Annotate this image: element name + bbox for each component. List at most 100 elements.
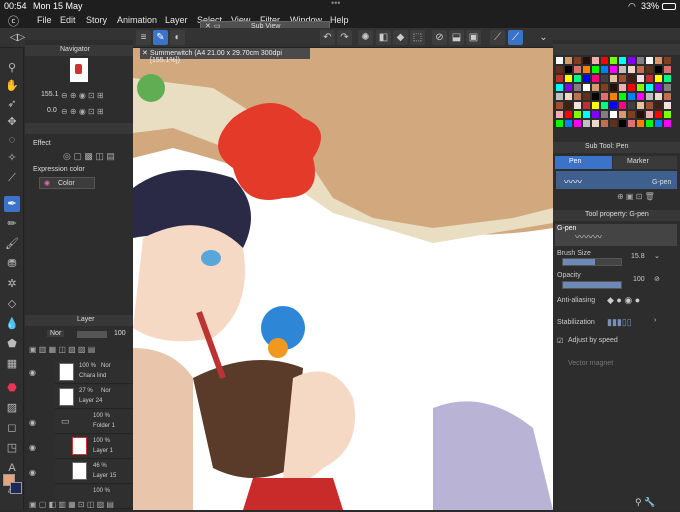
color-swatch[interactable] <box>556 84 563 91</box>
color-swatch[interactable] <box>619 66 626 73</box>
stabilization-segments[interactable]: ▮▮▮▯▯ <box>607 317 632 328</box>
color-swatch[interactable] <box>628 84 635 91</box>
color-swatch[interactable] <box>583 111 590 118</box>
navigator-zoom[interactable]: 155.1 <box>41 91 59 98</box>
menu-animation[interactable]: Animation <box>117 15 157 25</box>
color-swatch[interactable] <box>583 66 590 73</box>
color-swatch[interactable] <box>628 120 635 127</box>
eye-icon[interactable]: ◉ <box>29 468 36 477</box>
color-swatch[interactable] <box>601 84 608 91</box>
expression-color-select[interactable]: ◉ Color <box>39 177 95 189</box>
color-swatch[interactable] <box>664 57 671 64</box>
figure-tool-icon[interactable]: ◳ <box>4 440 20 456</box>
menu-help[interactable]: Help <box>330 15 349 25</box>
color-swatch[interactable] <box>619 93 626 100</box>
navigator-preview[interactable] <box>70 58 88 82</box>
transform-icon[interactable]: ◧ <box>376 30 391 45</box>
color-swatch[interactable] <box>628 57 635 64</box>
color-swatch[interactable] <box>646 102 653 109</box>
color-swatch[interactable] <box>628 111 635 118</box>
menu-layer[interactable]: Layer <box>165 15 188 25</box>
subtool-tab-pen[interactable]: Pen <box>555 156 612 169</box>
menu-edit[interactable]: Edit <box>60 15 76 25</box>
color-swatch[interactable] <box>646 111 653 118</box>
magic-wand-icon[interactable]: ✧ <box>4 150 20 166</box>
pen-tool-icon[interactable]: ✒ <box>4 196 20 212</box>
brush-size-value[interactable]: 15.8 <box>631 253 645 260</box>
hamburger-menu-icon[interactable]: ≡ <box>136 30 151 45</box>
color-swatch[interactable] <box>574 84 581 91</box>
ruler-tool-icon[interactable]: ◻ <box>4 420 20 436</box>
gradient-tool-icon[interactable]: ▦ <box>4 356 20 372</box>
menu-story[interactable]: Story <box>86 15 107 25</box>
color-swatch[interactable] <box>601 57 608 64</box>
undo-icon[interactable]: ↶ <box>320 30 335 45</box>
color-swatch[interactable] <box>556 93 563 100</box>
app-logo-icon[interactable]: ⓒ <box>8 13 19 29</box>
color-swatch[interactable] <box>619 111 626 118</box>
color-swatch[interactable] <box>565 102 572 109</box>
eye-icon[interactable]: ◉ <box>29 443 36 452</box>
color-swatch[interactable] <box>655 66 662 73</box>
color-swatch[interactable] <box>583 102 590 109</box>
clear-icon[interactable]: ⊘ <box>432 30 447 45</box>
cake-icon[interactable]: ⬣ <box>4 380 20 396</box>
color-swatch[interactable] <box>637 111 644 118</box>
color-swatch[interactable] <box>574 111 581 118</box>
anti-aliasing-options-icon[interactable]: ◆ ● ◉ ● <box>607 295 640 306</box>
color-swatch[interactable] <box>565 66 572 73</box>
reference-icon[interactable]: ▣ <box>466 30 481 45</box>
color-swatch[interactable] <box>664 84 671 91</box>
subtool-header[interactable]: Sub Tool: Pen <box>553 142 680 153</box>
color-swatch[interactable] <box>655 120 662 127</box>
brush-size-slider[interactable] <box>562 258 622 266</box>
tab-close-icon[interactable]: ✕ <box>142 49 148 57</box>
color-swatch[interactable] <box>601 120 608 127</box>
quick-access-icon[interactable]: ✎ <box>153 30 168 45</box>
color-swatch[interactable] <box>574 75 581 82</box>
artwork-canvas[interactable] <box>133 48 553 510</box>
color-swatch[interactable] <box>655 57 662 64</box>
color-swatch[interactable] <box>592 75 599 82</box>
blend-mode-select[interactable]: Nor <box>47 330 65 337</box>
color-swatch[interactable] <box>592 102 599 109</box>
color-swatch[interactable] <box>592 111 599 118</box>
fill-icon[interactable]: ◆ <box>393 30 408 45</box>
opacity-slider[interactable] <box>77 331 107 338</box>
airbrush-icon[interactable]: ⛃ <box>4 256 20 272</box>
layer-lock-icons[interactable]: ▣ ▥ ▦ ◫ ▧ ▨ ▤ <box>29 345 95 354</box>
color-swatch[interactable] <box>556 111 563 118</box>
color-swatch[interactable] <box>574 120 581 127</box>
opacity-slider[interactable] <box>562 281 622 289</box>
color-swatch[interactable] <box>592 120 599 127</box>
color-swatch[interactable] <box>628 66 635 73</box>
color-swatch[interactable] <box>565 93 572 100</box>
color-swatch[interactable] <box>565 57 572 64</box>
color-swatch[interactable] <box>664 66 671 73</box>
color-swatch[interactable] <box>664 120 671 127</box>
multitask-dots-icon[interactable]: ••• <box>331 0 340 8</box>
loading-icon[interactable]: ✺ <box>358 30 373 45</box>
color-swatch[interactable] <box>556 66 563 73</box>
color-swatch[interactable] <box>565 111 572 118</box>
canvas-area[interactable] <box>133 48 553 510</box>
tool-property-header[interactable]: Tool property: G-pen <box>553 210 680 221</box>
color-swatch[interactable] <box>664 111 671 118</box>
color-swatch[interactable] <box>664 102 671 109</box>
brush-item-gpen[interactable]: 〰〰 G-pen <box>556 171 677 189</box>
color-swatch[interactable] <box>574 66 581 73</box>
color-swatch[interactable] <box>610 93 617 100</box>
color-swatch[interactable] <box>592 93 599 100</box>
snap-icon[interactable]: ⟋ <box>508 30 523 45</box>
color-swatch[interactable] <box>655 93 662 100</box>
color-swatch[interactable] <box>628 75 635 82</box>
blend-tool-icon[interactable]: 💧 <box>4 316 20 332</box>
toggle-icon[interactable]: ◐ <box>170 30 185 45</box>
ruler-icon[interactable]: ⟋ <box>490 30 505 45</box>
layer-row[interactable]: 100 % Layer 1 <box>55 435 133 459</box>
color-swatch[interactable] <box>610 102 617 109</box>
color-swatch[interactable] <box>646 57 653 64</box>
color-swatch[interactable] <box>574 102 581 109</box>
color-swatch[interactable] <box>619 102 626 109</box>
layer-opacity-value[interactable]: 100 <box>114 330 126 337</box>
